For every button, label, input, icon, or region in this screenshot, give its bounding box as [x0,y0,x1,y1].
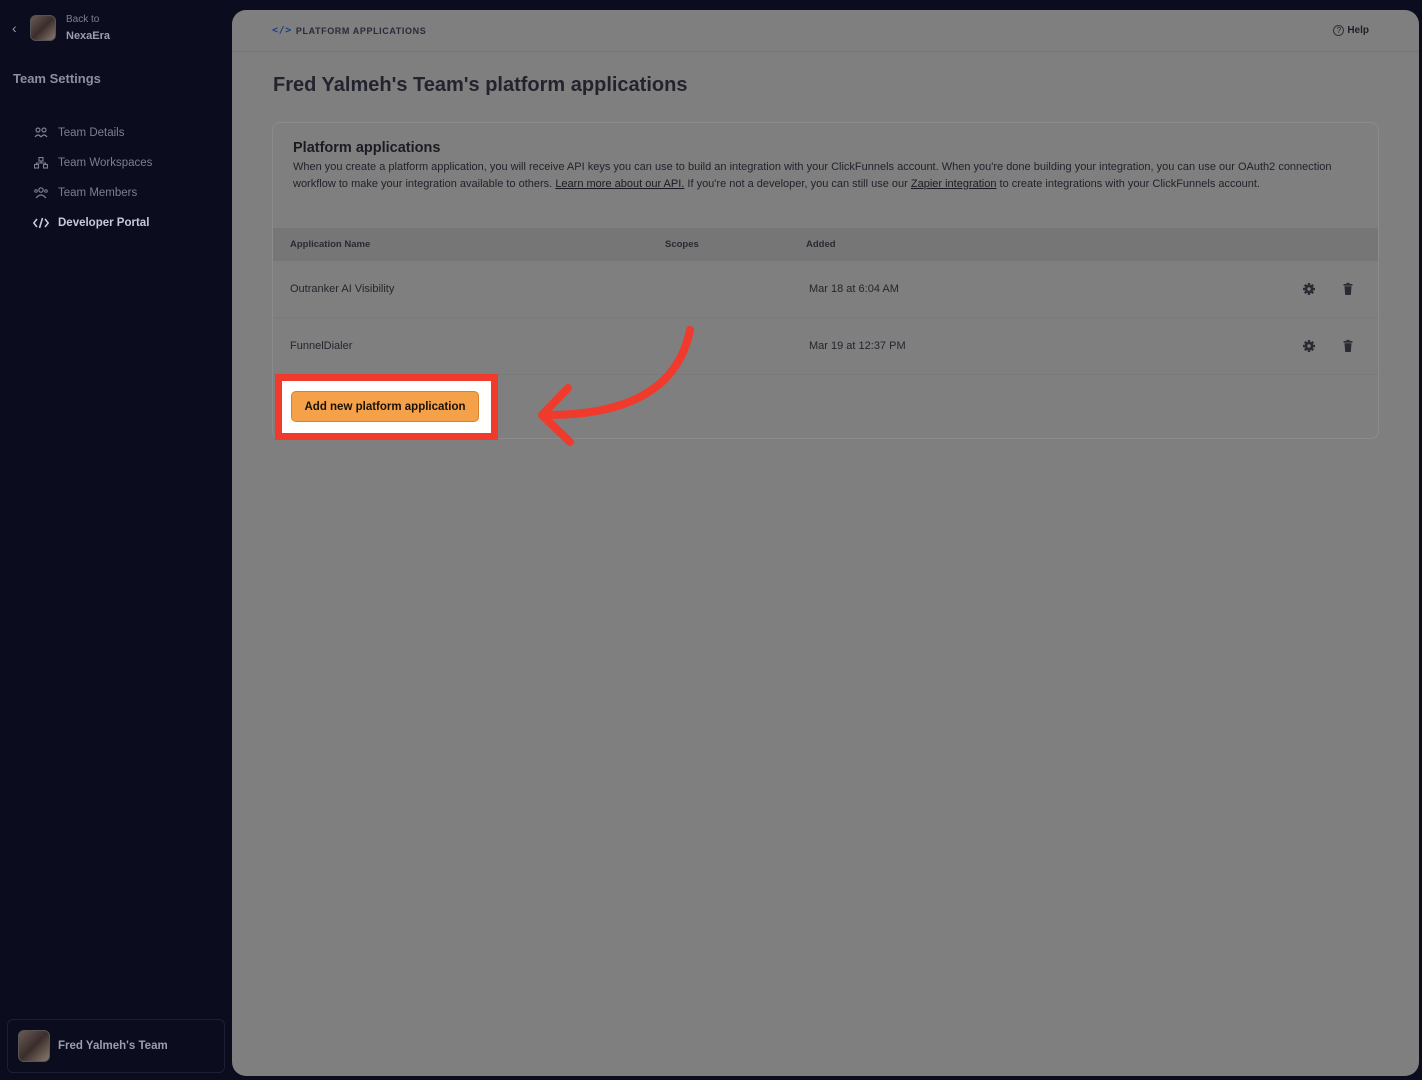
sidebar-item-label: Team Details [58,127,125,139]
app-name: FunnelDialer [290,340,353,352]
breadcrumb-label: PLATFORM APPLICATIONS [295,25,427,36]
column-header-added: Added [806,239,836,250]
sidebar-section-title: Team Settings [13,71,101,86]
sidebar-item-label: Team Workspaces [58,157,153,169]
app-added: Mar 18 at 6:04 AM [809,283,899,295]
sidebar-item-label: Developer Portal [58,217,150,229]
gear-icon[interactable] [1302,282,1316,296]
code-icon: </> [272,25,292,36]
help-button[interactable]: ? Help [1333,25,1369,36]
trash-icon[interactable] [1341,339,1355,353]
app-name: Outranker AI Visibility [290,283,395,295]
code-icon [32,216,50,230]
table-row[interactable]: Outranker AI Visibility Mar 18 at 6:04 A… [273,261,1378,318]
breadcrumb: </> PLATFORM APPLICATIONS [272,25,426,36]
team-details-icon [32,126,50,140]
back-to-workspace-link[interactable]: ‹ Back to NexaEra [12,12,110,44]
help-label: Help [1347,25,1369,36]
learn-api-link[interactable]: Learn more about our API. [555,178,684,190]
help-icon: ? [1333,25,1345,36]
app-added: Mar 19 at 12:37 PM [809,340,906,352]
table-header: Application Name Scopes Added [273,228,1378,261]
workspaces-icon [32,156,50,170]
team-avatar [18,1030,50,1062]
workspace-avatar [30,15,56,41]
trash-icon[interactable] [1341,282,1355,296]
sidebar: ‹ Back to NexaEra Team Settings Team Det… [0,0,232,1080]
team-switcher[interactable]: Fred Yalmeh's Team [7,1019,225,1073]
workspace-name: NexaEra [66,30,111,42]
column-header-name: Application Name [290,239,371,250]
page-title: Fred Yalmeh's Team's platform applicatio… [273,74,688,96]
annotation-arrow-icon [538,326,694,446]
description-text: If you're not a developer, you can still… [684,178,911,190]
main-panel: </> PLATFORM APPLICATIONS ? Help Fred Ya… [232,10,1419,1076]
members-icon [32,186,50,200]
highlight-box: Add new platform application [275,374,498,440]
chevron-left-icon: ‹ [12,20,17,36]
card-title: Platform applications [293,140,441,156]
column-header-scopes: Scopes [665,239,699,250]
top-bar: </> PLATFORM APPLICATIONS ? Help [232,10,1419,52]
sidebar-nav: Team Details Team Workspaces Team Member… [32,118,152,238]
description-text: to create integrations with your ClickFu… [996,178,1260,190]
sidebar-item-team-details[interactable]: Team Details [32,118,152,148]
sidebar-item-label: Team Members [58,187,138,199]
team-name: Fred Yalmeh's Team [58,1040,168,1052]
back-label: Back to [66,14,100,25]
gear-icon[interactable] [1302,339,1316,353]
sidebar-item-team-workspaces[interactable]: Team Workspaces [32,148,152,178]
card-description: When you create a platform application, … [293,159,1363,193]
applications-table: Application Name Scopes Added Outranker … [273,228,1378,375]
zapier-link[interactable]: Zapier integration [911,178,997,190]
sidebar-item-developer-portal[interactable]: Developer Portal [32,208,152,238]
sidebar-item-team-members[interactable]: Team Members [32,178,152,208]
table-row[interactable]: FunnelDialer Mar 19 at 12:37 PM [273,318,1378,375]
add-platform-application-button[interactable]: Add new platform application [291,391,479,422]
